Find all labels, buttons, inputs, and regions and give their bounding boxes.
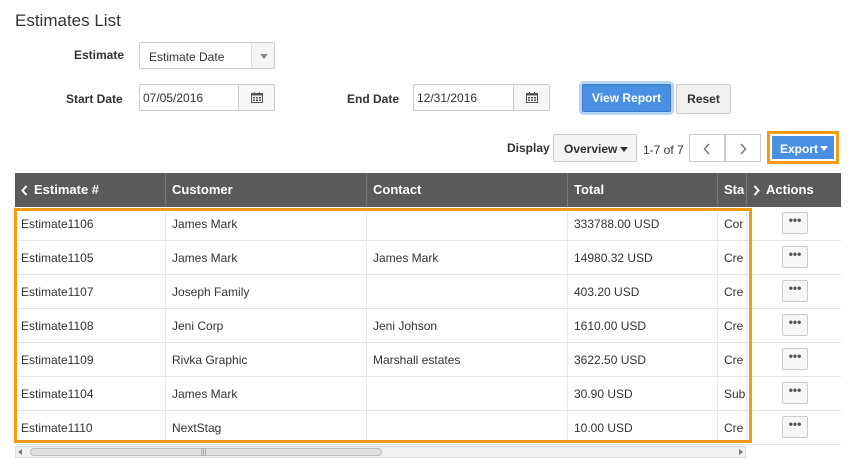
- column-header-actions[interactable]: Actions: [747, 173, 841, 207]
- cell-contact: [367, 275, 568, 309]
- cell-total: 333788.00 USD: [568, 207, 718, 241]
- chevron-left-icon: [703, 143, 710, 155]
- cell-contact: Jeni Johson: [367, 309, 568, 343]
- display-label: Display: [507, 141, 550, 155]
- end-date-value: 12/31/2016: [417, 91, 478, 105]
- cell-estimate[interactable]: Estimate1108: [15, 309, 166, 343]
- scrollbar-thumb[interactable]: |||: [30, 448, 382, 456]
- column-header-estimate-label: Estimate #: [34, 182, 100, 197]
- table-row[interactable]: Estimate1105 James Mark James Mark 14980…: [15, 241, 841, 275]
- cell-status: Cre: [718, 411, 747, 445]
- display-value: Overview: [564, 142, 618, 156]
- end-date-input[interactable]: 12/31/2016: [413, 84, 550, 111]
- previous-page-button[interactable]: [689, 134, 725, 162]
- column-header-estimate[interactable]: Estimate #: [15, 173, 166, 207]
- cell-total: 30.90 USD: [568, 377, 718, 411]
- scroll-left-icon[interactable]: [18, 449, 22, 455]
- column-header-total[interactable]: Total: [568, 173, 718, 207]
- row-actions-button[interactable]: •••: [782, 212, 808, 234]
- cell-status: Cre: [718, 275, 747, 309]
- row-actions-button[interactable]: •••: [782, 348, 808, 370]
- end-date-calendar-button[interactable]: [513, 85, 549, 110]
- row-actions-button[interactable]: •••: [782, 314, 808, 336]
- cell-customer: James Mark: [166, 241, 367, 275]
- table-header: Estimate # Customer Contact Total Sta Ac…: [15, 173, 841, 207]
- cell-estimate[interactable]: Estimate1110: [15, 411, 166, 445]
- table-row[interactable]: Estimate1108 Jeni Corp Jeni Johson 1610.…: [15, 309, 841, 343]
- cell-estimate[interactable]: Estimate1107: [15, 275, 166, 309]
- cell-contact: [367, 411, 568, 445]
- display-select[interactable]: Overview: [553, 134, 637, 162]
- cell-contact: [367, 377, 568, 411]
- page-title: Estimates List: [15, 11, 121, 30]
- column-header-status[interactable]: Sta: [718, 173, 747, 207]
- row-actions-button[interactable]: •••: [782, 280, 808, 302]
- cell-customer: James Mark: [166, 377, 367, 411]
- pagination-info: 1-7 of 7: [643, 143, 684, 157]
- estimate-label: Estimate: [74, 48, 125, 62]
- cell-estimate[interactable]: Estimate1109: [15, 343, 166, 377]
- cell-estimate[interactable]: Estimate1104: [15, 377, 166, 411]
- table-row[interactable]: Estimate1109 Rivka Graphic Marshall esta…: [15, 343, 841, 377]
- end-date-label: End Date: [347, 92, 400, 106]
- row-actions-button[interactable]: •••: [782, 246, 808, 268]
- table-row[interactable]: Estimate1107 Joseph Family 403.20 USD Cr…: [15, 275, 841, 309]
- export-label: Export: [780, 142, 819, 156]
- cell-total: 403.20 USD: [568, 275, 718, 309]
- cell-customer: NextStag: [166, 411, 367, 445]
- cell-customer: James Mark: [166, 207, 367, 241]
- caret-down-icon: [620, 147, 628, 152]
- cell-contact: James Mark: [367, 241, 568, 275]
- cell-status: Sub: [718, 377, 747, 411]
- cell-customer: Rivka Graphic: [166, 343, 367, 377]
- cell-contact: Marshall estates: [367, 343, 568, 377]
- table-row[interactable]: Estimate1110 NextStag 10.00 USD Cre •••: [15, 411, 841, 445]
- reset-button[interactable]: Reset: [676, 84, 731, 114]
- scroll-right-icon[interactable]: [739, 449, 743, 455]
- column-header-customer[interactable]: Customer: [166, 173, 367, 207]
- cell-customer: Jeni Corp: [166, 309, 367, 343]
- calendar-icon: [526, 92, 538, 103]
- scrollbar-grip: |||: [201, 449, 207, 456]
- cell-estimate[interactable]: Estimate1106: [15, 207, 166, 241]
- column-header-contact[interactable]: Contact: [367, 173, 568, 207]
- chevron-right-icon: [740, 143, 747, 155]
- estimate-type-select[interactable]: Estimate Date: [139, 42, 275, 69]
- cell-status: Cre: [718, 309, 747, 343]
- start-date-value: 07/05/2016: [143, 91, 204, 105]
- cell-customer: Joseph Family: [166, 275, 367, 309]
- cell-status: Cre: [718, 343, 747, 377]
- start-date-calendar-button[interactable]: [238, 85, 274, 110]
- start-date-input[interactable]: 07/05/2016: [139, 84, 275, 111]
- table-row[interactable]: Estimate1104 James Mark 30.90 USD Sub ••…: [15, 377, 841, 411]
- cell-contact: [367, 207, 568, 241]
- export-button[interactable]: Export: [772, 136, 834, 159]
- row-actions-button[interactable]: •••: [782, 416, 808, 438]
- cell-estimate[interactable]: Estimate1105: [15, 241, 166, 275]
- next-page-button[interactable]: [725, 134, 761, 162]
- column-header-actions-label: Actions: [766, 182, 814, 197]
- table-row[interactable]: Estimate1106 James Mark 333788.00 USD Co…: [15, 207, 841, 241]
- cell-total: 3622.50 USD: [568, 343, 718, 377]
- cell-total: 14980.32 USD: [568, 241, 718, 275]
- cell-status: Cor: [718, 207, 747, 241]
- export-highlight: Export: [767, 131, 839, 164]
- start-date-label: Start Date: [66, 92, 123, 106]
- caret-down-icon: [820, 146, 828, 151]
- cell-total: 10.00 USD: [568, 411, 718, 445]
- estimates-table: Estimate # Customer Contact Total Sta Ac…: [15, 173, 841, 446]
- chevron-right-icon[interactable]: [753, 185, 760, 196]
- view-report-button[interactable]: View Report: [582, 84, 671, 112]
- cell-total: 1610.00 USD: [568, 309, 718, 343]
- estimate-type-value: Estimate Date: [149, 50, 225, 64]
- chevron-left-icon[interactable]: [21, 185, 28, 196]
- calendar-icon: [251, 92, 263, 103]
- chevron-down-icon[interactable]: [251, 43, 274, 68]
- horizontal-scrollbar[interactable]: |||: [15, 446, 746, 458]
- cell-status: Cre: [718, 241, 747, 275]
- row-actions-button[interactable]: •••: [782, 382, 808, 404]
